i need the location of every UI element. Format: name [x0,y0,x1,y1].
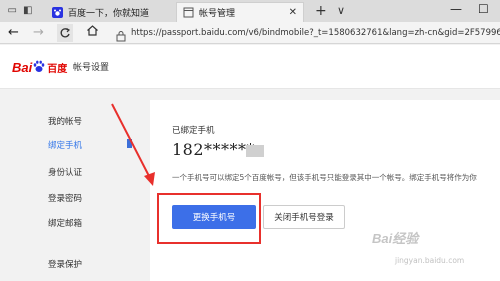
address-bar: ← → https://passport.baidu.com/v6/bindmo… [0,22,500,44]
hint-text: 一个手机号可以绑定5个百度帐号，但该手机号只能登录其中一个帐号。绑定手机号将作为… [172,173,477,182]
highlight-box [157,193,261,244]
phone-redaction [246,145,264,157]
url-field[interactable]: https://passport.baidu.com/v6/bindmobile… [115,25,500,42]
tab-account-manage[interactable]: 帐号管理 ✕ [176,2,304,22]
logo-text-cn: 百度 [47,63,68,75]
sidebar-item-identity[interactable]: 身份认证 [48,166,82,178]
close-tab-icon[interactable]: ✕ [289,7,297,18]
sidebar-item-email[interactable]: 绑定邮箱 [48,217,82,229]
sidebar-item-login-protect[interactable]: 登录保护 [48,258,82,270]
sidebar-item-password[interactable]: 登录密码 [48,192,82,204]
url-text: https://passport.baidu.com/v6/bindmobile… [131,28,500,38]
maximize-button[interactable]: ☐ [478,2,489,16]
disable-phone-login-button[interactable]: 关闭手机号登录 [263,205,345,229]
tab-dropdown-button[interactable]: ∨ [337,4,345,17]
tab-baidu-home[interactable]: 百度一下，你就知道 [46,2,174,22]
tab-title: 帐号管理 [199,9,236,19]
forward-icon[interactable]: → [33,24,44,42]
bound-phone-label: 已绑定手机 [172,126,215,136]
home-icon[interactable] [86,24,99,43]
window-icons: ▭ ◧ [0,0,40,22]
sidebar-item-my-account[interactable]: 我的帐号 [48,115,82,127]
logo-text: Bai [12,59,33,75]
phone-number: 182****** [172,140,256,159]
baidu-logo[interactable]: Bai 百度 [12,57,67,77]
active-indicator [127,139,132,148]
lock-icon [115,27,127,42]
baidu-paw-icon [52,6,63,18]
tab-list-icon[interactable]: ▭ [8,6,17,16]
back-icon[interactable]: ← [8,24,19,42]
tab-title: 百度一下，你就知道 [68,8,150,19]
page-icon [183,7,194,18]
minimize-button[interactable]: — [450,2,462,16]
tab-back-icon[interactable]: ◧ [23,6,32,16]
sidebar-item-bind-phone[interactable]: 绑定手机 [48,139,82,151]
watermark-logo: Bai经验 [372,231,419,246]
page-title: 帐号设置 [73,63,110,73]
browser-tab-bar: ▭ ◧ 百度一下，你就知道 帐号管理 ✕ + ∨ — ☐ [0,0,500,22]
watermark-url: jingyan.baidu.com [395,256,465,265]
new-tab-button[interactable]: + [315,3,327,19]
baidu-paw-icon [33,58,45,77]
